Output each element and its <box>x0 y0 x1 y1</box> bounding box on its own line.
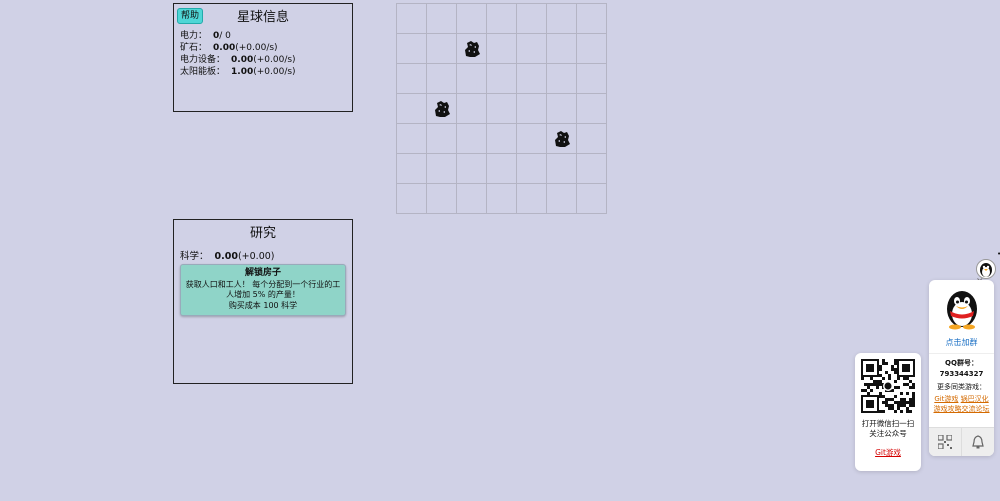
help-button[interactable]: 帮助 <box>177 8 204 24</box>
resource-row-ore: 矿石： 0.00(+0.00/s) <box>180 42 352 54</box>
qq-group-widget: 点击加群 QQ群号： 793344327 更多同类游戏： Git游戏 锅巴汉化 … <box>929 280 994 456</box>
map-cell[interactable] <box>487 64 516 93</box>
map-cell[interactable] <box>487 94 516 123</box>
resource-value: 0.00 <box>213 43 236 53</box>
map-cell[interactable] <box>457 154 486 183</box>
map-cell[interactable] <box>397 94 426 123</box>
map-cell[interactable] <box>547 154 576 183</box>
map-cell[interactable] <box>517 64 546 93</box>
upgrade-cost: 购买成本 100 科学 <box>228 300 298 310</box>
wechat-git-link[interactable]: Git游戏 <box>855 447 921 458</box>
map-cell[interactable] <box>517 4 546 33</box>
map-cell[interactable] <box>427 64 456 93</box>
map-cell[interactable] <box>457 124 486 153</box>
qq-penguin-tab[interactable] <box>976 259 996 279</box>
map-cell[interactable] <box>487 154 516 183</box>
resource-extra: / 0 <box>219 31 231 41</box>
science-label: 科学： <box>180 251 209 262</box>
wechat-qrcode <box>861 359 915 413</box>
qq-toolbar <box>929 427 994 456</box>
resource-label: 电力设备： <box>180 55 226 65</box>
research-title: 研究 <box>249 226 276 241</box>
wechat-scan-text: 打开微信扫一扫 <box>861 419 915 428</box>
map-cell[interactable] <box>427 184 456 213</box>
wechat-follow-text: 关注公众号 <box>869 429 907 438</box>
map-cell[interactable] <box>397 64 426 93</box>
planet-map-grid <box>396 3 607 214</box>
map-cell[interactable] <box>517 154 546 183</box>
map-cell[interactable] <box>397 34 426 63</box>
map-cell[interactable] <box>487 184 516 213</box>
upgrade-title: 解锁房子 <box>244 268 281 278</box>
upgrade-description: 获取人口和工人！ 每个分配到一个行业的工人增加 5% 的产量！ <box>185 279 341 300</box>
link-forum[interactable]: 游戏攻略交流论坛 <box>934 405 990 413</box>
science-rate: (+0.00) <box>237 251 275 262</box>
science-value: 0.00 <box>214 251 238 262</box>
map-cell[interactable] <box>427 4 456 33</box>
link-git-games[interactable]: Git游戏 <box>934 395 958 403</box>
qq-number: 793344327 <box>939 370 984 378</box>
map-cell[interactable] <box>457 94 486 123</box>
map-cell[interactable] <box>577 154 606 183</box>
map-cell[interactable] <box>547 64 576 93</box>
resource-list: 电力： 0/ 0 矿石： 0.00(+0.00/s) 电力设备： 0.00(+0.00… <box>180 30 352 78</box>
link-guoba[interactable]: 锅巴汉化 <box>961 395 989 403</box>
map-cell[interactable] <box>487 4 516 33</box>
map-cell[interactable] <box>547 34 576 63</box>
map-cell[interactable] <box>397 4 426 33</box>
map-cell[interactable] <box>547 184 576 213</box>
resource-row-power-equipment: 电力设备： 0.00(+0.00/s) <box>180 54 352 66</box>
map-cell[interactable] <box>577 124 606 153</box>
map-cell[interactable] <box>397 184 426 213</box>
map-cell[interactable] <box>547 4 576 33</box>
resource-label: 太阳能板： <box>180 67 226 77</box>
more-games-label: 更多同类游戏： <box>937 383 986 391</box>
map-cell[interactable] <box>427 34 456 63</box>
penguin-icon <box>980 263 992 277</box>
unlock-house-upgrade-button[interactable]: 解锁房子 获取人口和工人！ 每个分配到一个行业的工人增加 5% 的产量！ 购买成… <box>180 264 346 316</box>
map-cell[interactable] <box>547 94 576 123</box>
map-cell[interactable] <box>457 64 486 93</box>
map-cell[interactable] <box>577 4 606 33</box>
qq-number-label: QQ群号： <box>945 359 978 367</box>
wechat-widget: 打开微信扫一扫 关注公众号 Git游戏 <box>855 353 921 471</box>
planet-info-panel: 帮助 星球信息 电力： 0/ 0 矿石： 0.00(+0.00/s) 电力设备： 0.… <box>173 3 353 112</box>
science-row: 科学： 0.00(+0.00) <box>180 248 352 262</box>
map-cell[interactable] <box>517 124 546 153</box>
map-cell[interactable] <box>397 154 426 183</box>
map-cell[interactable] <box>397 124 426 153</box>
resource-extra: (+0.00/s) <box>253 55 296 65</box>
map-cell[interactable] <box>517 184 546 213</box>
map-cell[interactable] <box>457 4 486 33</box>
map-cell[interactable] <box>547 124 576 153</box>
map-cell[interactable] <box>457 34 486 63</box>
map-cell[interactable] <box>517 34 546 63</box>
resource-row-power: 电力： 0/ 0 <box>180 30 352 42</box>
research-panel: 研究 科学： 0.00(+0.00) 解锁房子 获取人口和工人！ 每个分配到一个行… <box>173 219 353 384</box>
resource-value: 0.00 <box>231 55 254 65</box>
map-cell[interactable] <box>427 124 456 153</box>
map-cell[interactable] <box>517 94 546 123</box>
map-cell[interactable] <box>577 94 606 123</box>
map-cell[interactable] <box>577 64 606 93</box>
qq-penguin-icon[interactable] <box>929 286 994 334</box>
map-cell[interactable] <box>577 34 606 63</box>
resource-label: 电力： <box>180 31 208 41</box>
resource-value: 1.00 <box>231 67 254 77</box>
bell-icon[interactable] <box>961 428 994 456</box>
resource-extra: (+0.00/s) <box>253 67 296 77</box>
map-cell[interactable] <box>577 184 606 213</box>
map-cell[interactable] <box>457 184 486 213</box>
map-cell[interactable] <box>487 34 516 63</box>
resource-row-solar-panel: 太阳能板： 1.00(+0.00/s) <box>180 66 352 78</box>
join-group-link[interactable]: 点击加群 <box>929 337 994 348</box>
more-games-links: Git游戏 锅巴汉化 游戏攻略交流论坛 <box>929 394 994 414</box>
resource-label: 矿石： <box>180 43 208 53</box>
qrcode-icon[interactable] <box>929 428 961 456</box>
resource-extra: (+0.00/s) <box>235 43 278 53</box>
map-cell[interactable] <box>427 94 456 123</box>
map-cell[interactable] <box>487 124 516 153</box>
map-cell[interactable] <box>427 154 456 183</box>
